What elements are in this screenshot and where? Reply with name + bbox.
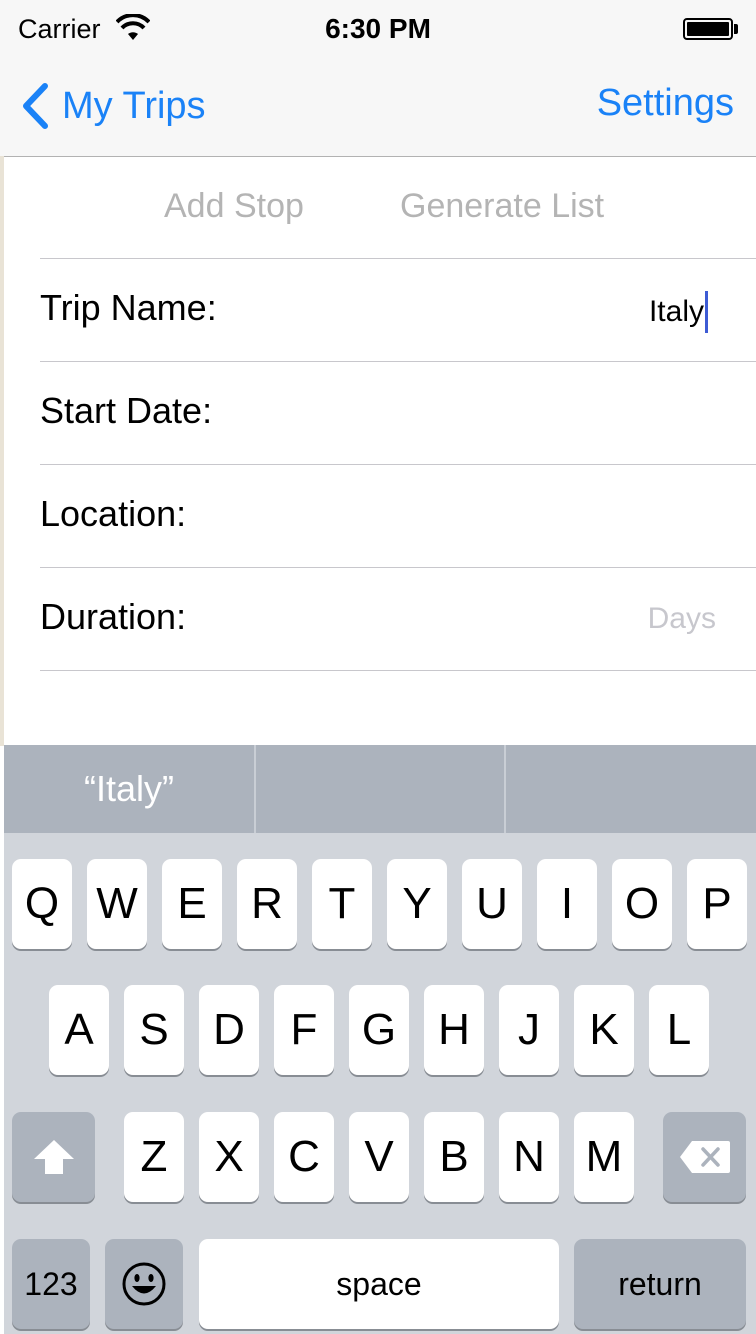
add-stop-button[interactable]: Add Stop	[164, 187, 304, 226]
emoji-icon	[122, 1262, 166, 1306]
divider	[40, 670, 756, 671]
back-button[interactable]: My Trips	[20, 78, 206, 134]
suggestion-1[interactable]: “Italy”	[4, 745, 254, 833]
key-n[interactable]: N	[499, 1112, 559, 1202]
keyboard: “Italy” Q W E R T Y U I O P A S D F G H …	[4, 745, 756, 1334]
chevron-left-icon	[23, 83, 48, 129]
start-date-label: Start Date:	[40, 390, 213, 431]
key-o[interactable]: O	[612, 859, 672, 949]
key-g[interactable]: G	[349, 985, 409, 1075]
key-j[interactable]: J	[499, 985, 559, 1075]
suggestion-bar: “Italy”	[4, 745, 756, 833]
trip-name-field[interactable]: Italy	[649, 291, 708, 333]
duration-row[interactable]: Duration: Days	[40, 567, 756, 670]
start-date-row[interactable]: Start Date:	[40, 361, 756, 464]
action-toolbar: Add Stop Generate List	[4, 157, 756, 259]
return-key[interactable]: return	[574, 1239, 746, 1329]
battery-icon	[683, 18, 733, 40]
key-k[interactable]: K	[574, 985, 634, 1075]
key-q[interactable]: Q	[12, 859, 72, 949]
trip-name-row[interactable]: Trip Name: Italy	[40, 258, 756, 361]
location-row[interactable]: Location:	[40, 464, 756, 567]
shift-icon	[33, 1140, 74, 1174]
location-label: Location:	[40, 493, 187, 534]
generate-list-button[interactable]: Generate List	[400, 187, 604, 226]
status-bar: Carrier 6:30 PM	[0, 0, 756, 60]
key-m[interactable]: M	[574, 1112, 634, 1202]
key-i[interactable]: I	[537, 859, 597, 949]
back-button-label: My Trips	[62, 84, 206, 127]
key-c[interactable]: C	[274, 1112, 334, 1202]
clock: 6:30 PM	[325, 13, 431, 44]
key-t[interactable]: T	[312, 859, 372, 949]
numbers-key[interactable]: 123	[12, 1239, 90, 1329]
duration-field[interactable]: Days	[648, 602, 716, 636]
key-u[interactable]: U	[462, 859, 522, 949]
key-v[interactable]: V	[349, 1112, 409, 1202]
duration-label: Duration:	[40, 596, 187, 637]
key-a[interactable]: A	[49, 985, 109, 1075]
key-e[interactable]: E	[162, 859, 222, 949]
shift-key[interactable]	[12, 1112, 95, 1202]
key-b[interactable]: B	[424, 1112, 484, 1202]
delete-icon	[679, 1141, 730, 1173]
suggestion-2[interactable]	[256, 745, 504, 833]
battery-tip	[734, 24, 738, 34]
space-key[interactable]: space	[199, 1239, 559, 1329]
key-d[interactable]: D	[199, 985, 259, 1075]
emoji-key[interactable]	[105, 1239, 183, 1329]
key-h[interactable]: H	[424, 985, 484, 1075]
key-x[interactable]: X	[199, 1112, 259, 1202]
key-w[interactable]: W	[87, 859, 147, 949]
text-cursor	[705, 291, 708, 333]
key-r[interactable]: R	[237, 859, 297, 949]
key-z[interactable]: Z	[124, 1112, 184, 1202]
trip-name-value: Italy	[648, 295, 704, 328]
suggestion-3[interactable]	[506, 745, 756, 833]
navigation-bar: My Trips Settings	[0, 60, 756, 157]
settings-button[interactable]: Settings	[597, 82, 734, 125]
key-p[interactable]: P	[687, 859, 747, 949]
delete-key[interactable]	[663, 1112, 746, 1202]
key-l[interactable]: L	[649, 985, 709, 1075]
key-f[interactable]: F	[274, 985, 334, 1075]
key-y[interactable]: Y	[387, 859, 447, 949]
trip-name-label: Trip Name:	[40, 287, 217, 328]
key-s[interactable]: S	[124, 985, 184, 1075]
